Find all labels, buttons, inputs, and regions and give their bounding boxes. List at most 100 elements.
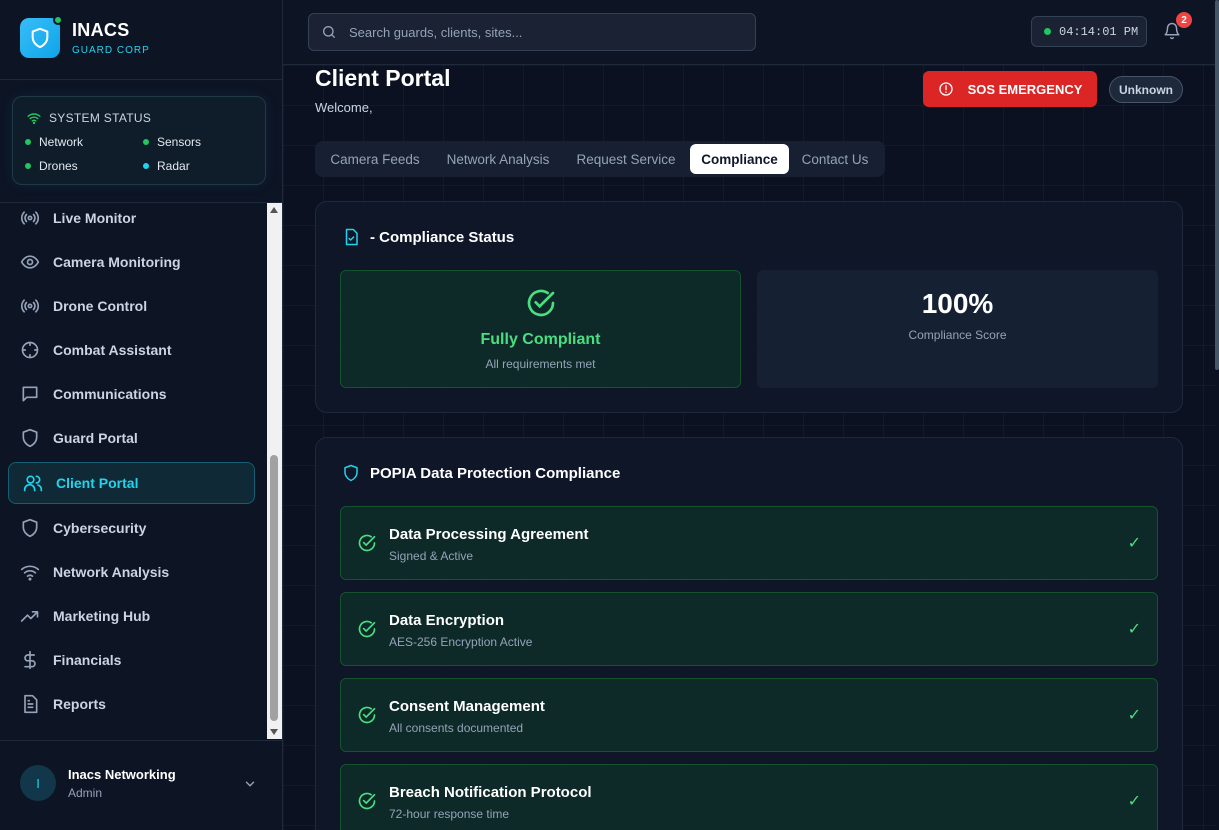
- page-title: Client Portal: [315, 65, 451, 91]
- shield-icon: [22, 428, 38, 448]
- check-mark-icon: ✓: [1127, 535, 1141, 552]
- avatar: I: [20, 765, 56, 801]
- system-status-card: SYSTEM STATUS Network Sensors Drones Rad…: [12, 96, 266, 185]
- sidebar: INACS GUARD CORP SYSTEM STATUS Network S…: [0, 0, 283, 830]
- welcome-text: Welcome,: [315, 100, 373, 115]
- compliance-state-sub: All requirements met: [485, 357, 596, 371]
- compliance-state-panel: Fully Compliant All requirements met: [340, 270, 741, 388]
- app-root: INACS GUARD CORP SYSTEM STATUS Network S…: [0, 0, 1219, 830]
- sidebar-item-camera-monitoring[interactable]: Camera Monitoring: [8, 241, 255, 283]
- list-item-subtitle: 72-hour response time: [389, 807, 510, 821]
- compliance-score-panel: 100% Compliance Score: [757, 270, 1158, 388]
- list-item-subtitle: Signed & Active: [389, 549, 474, 563]
- page-scrollbar-thumb[interactable]: [1215, 0, 1219, 370]
- check-circle-icon: [527, 289, 555, 317]
- tab-compliance[interactable]: Compliance: [690, 144, 789, 174]
- crosshair-icon: [21, 341, 39, 359]
- sidebar-item-reports[interactable]: Reports: [8, 683, 255, 725]
- list-item-subtitle: AES-256 Encryption Active: [389, 635, 533, 649]
- status-drones: Drones: [25, 159, 78, 173]
- list-item-subtitle: All consents documented: [389, 721, 524, 735]
- top-header: 04:14:01 PM 2: [283, 0, 1219, 65]
- sidebar-nav: Live Monitor Camera Monitoring Drone Con…: [0, 203, 266, 738]
- online-dot: [53, 15, 63, 25]
- list-item-title: Data Processing Agreement: [389, 526, 589, 543]
- list-item: Breach Notification Protocol 72-hour res…: [340, 764, 1158, 830]
- alert-circle-icon: [938, 82, 953, 96]
- search-bar[interactable]: [308, 13, 756, 51]
- status-network: Network: [25, 135, 83, 149]
- sidebar-item-drone-control[interactable]: Drone Control: [8, 285, 255, 327]
- page-scrollbar[interactable]: [1215, 0, 1219, 830]
- file-text-icon: [24, 694, 38, 714]
- check-circle-icon: [358, 792, 376, 810]
- list-item: Consent Management All consents document…: [340, 678, 1158, 752]
- sidebar-item-combat-assistant[interactable]: Combat Assistant: [8, 329, 255, 371]
- scroll-down-arrow-icon[interactable]: [270, 729, 278, 735]
- file-check-icon: [345, 228, 358, 246]
- list-item: Data Encryption AES-256 Encryption Activ…: [340, 592, 1158, 666]
- scrollbar-thumb[interactable]: [270, 455, 278, 721]
- brand[interactable]: INACS GUARD CORP: [20, 15, 150, 58]
- brand-subtitle: GUARD CORP: [72, 45, 150, 56]
- sidebar-item-communications[interactable]: Communications: [8, 373, 255, 415]
- clock-display: 04:14:01 PM: [1031, 16, 1147, 47]
- list-item-title: Data Encryption: [389, 612, 505, 629]
- check-mark-icon: ✓: [1127, 793, 1141, 810]
- list-item-title: Breach Notification Protocol: [389, 784, 592, 801]
- system-status-title: SYSTEM STATUS: [27, 111, 151, 125]
- eye-icon: [20, 255, 40, 269]
- check-mark-icon: ✓: [1127, 621, 1141, 638]
- wifi-icon: [20, 565, 40, 581]
- users-icon: [23, 475, 43, 492]
- sidebar-scrollbar[interactable]: [267, 203, 282, 739]
- status-sensors: Sensors: [143, 135, 201, 149]
- dollar-icon: [24, 650, 36, 670]
- compliance-state-label: Fully Compliant: [480, 331, 601, 348]
- user-name: Inacs Networking: [68, 766, 176, 782]
- tab-contact-us[interactable]: Contact Us: [793, 144, 877, 174]
- divider: [0, 79, 283, 80]
- compliance-status-card: - Compliance Status Fully Compliant All …: [315, 201, 1183, 413]
- tab-camera-feeds[interactable]: Camera Feeds: [319, 144, 431, 174]
- sidebar-item-network-analysis[interactable]: Network Analysis: [8, 551, 255, 593]
- logo-icon: [20, 15, 63, 58]
- check-circle-icon: [358, 620, 376, 638]
- compliance-score-value: 100%: [921, 288, 994, 319]
- search-icon: [323, 26, 335, 38]
- clock-status-dot: [1044, 28, 1051, 35]
- main-content: Client Portal Welcome, SOS EMERGENCY Unk…: [283, 65, 1215, 830]
- search-input[interactable]: [349, 24, 729, 40]
- tab-network-analysis[interactable]: Network Analysis: [435, 144, 561, 174]
- list-item-title: Consent Management: [389, 698, 545, 715]
- user-menu[interactable]: I Inacs Networking Admin: [20, 765, 265, 801]
- status-badge: Unknown: [1109, 76, 1183, 103]
- chevron-down-icon[interactable]: [243, 777, 257, 791]
- compliance-score-label: Compliance Score: [908, 328, 1007, 342]
- sidebar-item-client-portal[interactable]: Client Portal: [8, 462, 255, 504]
- user-role: Admin: [68, 785, 103, 800]
- sos-emergency-button[interactable]: SOS EMERGENCY: [923, 71, 1097, 107]
- broadcast-icon: [20, 299, 40, 313]
- message-icon: [22, 386, 38, 402]
- broadcast-icon: [20, 211, 40, 225]
- portal-tabs: Camera Feeds Network Analysis Request Se…: [315, 141, 885, 177]
- divider: [0, 740, 283, 741]
- check-mark-icon: ✓: [1127, 707, 1141, 724]
- sidebar-item-guard-portal[interactable]: Guard Portal: [8, 417, 255, 459]
- status-radar: Radar: [143, 159, 190, 173]
- sidebar-item-marketing-hub[interactable]: Marketing Hub: [8, 595, 255, 637]
- brand-title: INACS: [72, 20, 130, 40]
- sidebar-item-cybersecurity[interactable]: Cybersecurity: [8, 507, 255, 549]
- shield-icon: [22, 518, 38, 538]
- trending-up-icon: [20, 611, 39, 622]
- wifi-icon: [27, 113, 41, 124]
- popia-title: POPIA Data Protection Compliance: [342, 463, 620, 483]
- tab-request-service[interactable]: Request Service: [565, 144, 687, 174]
- sidebar-item-financials[interactable]: Financials: [8, 639, 255, 681]
- check-circle-icon: [358, 534, 376, 552]
- scroll-up-arrow-icon[interactable]: [270, 207, 278, 213]
- popia-compliance-card: POPIA Data Protection Compliance Data Pr…: [315, 437, 1183, 830]
- compliance-status-title: - Compliance Status: [342, 227, 514, 247]
- sidebar-item-live-monitor[interactable]: Live Monitor: [8, 203, 255, 239]
